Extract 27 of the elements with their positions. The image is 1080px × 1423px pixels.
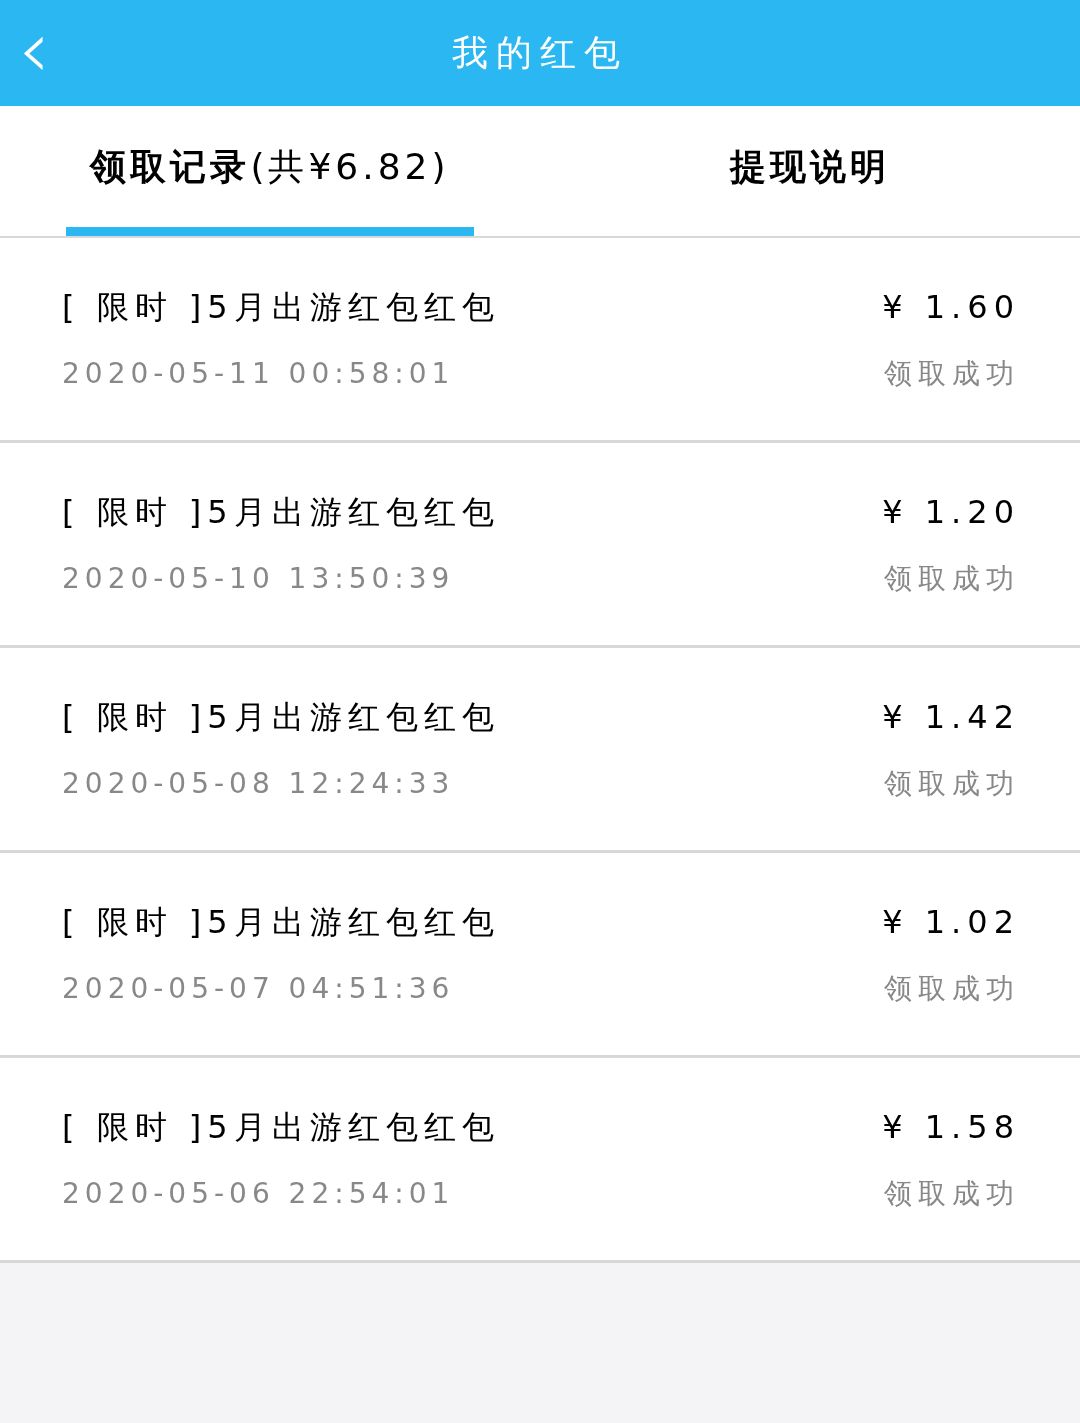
record-row[interactable]: [ 限时 ]5月出游红包红包 2020-05-07 04:51:36 ¥ 1.02 领取成功 [0, 853, 1080, 1058]
record-row[interactable]: [ 限时 ]5月出游红包红包 2020-05-08 12:24:33 ¥ 1.42 领取成功 [0, 648, 1080, 853]
record-amount: ¥ 1.02 [882, 902, 1020, 943]
record-title: [ 限时 ]5月出游红包红包 [62, 697, 500, 738]
record-amount: ¥ 1.60 [882, 287, 1020, 328]
record-amount: ¥ 1.20 [882, 492, 1020, 533]
record-row[interactable]: [ 限时 ]5月出游红包红包 2020-05-10 13:50:39 ¥ 1.20 领取成功 [0, 443, 1080, 648]
record-time: 2020-05-11 00:58:01 [62, 356, 456, 392]
record-status: 领取成功 [884, 1176, 1020, 1212]
record-title: [ 限时 ]5月出游红包红包 [62, 287, 500, 328]
record-time: 2020-05-06 22:54:01 [62, 1176, 456, 1212]
record-status: 领取成功 [884, 971, 1020, 1007]
record-time: 2020-05-10 13:50:39 [62, 561, 456, 597]
record-amount: ¥ 1.58 [882, 1107, 1020, 1148]
record-time: 2020-05-07 04:51:36 [62, 971, 456, 1007]
record-row[interactable]: [ 限时 ]5月出游红包红包 2020-05-06 22:54:01 ¥ 1.58 领取成功 [0, 1058, 1080, 1263]
record-title: [ 限时 ]5月出游红包红包 [62, 902, 500, 943]
record-amount: ¥ 1.42 [882, 697, 1020, 738]
page-title: 我的红包 [452, 31, 628, 75]
record-status: 领取成功 [884, 766, 1020, 802]
record-title: [ 限时 ]5月出游红包红包 [62, 1107, 500, 1148]
record-status: 领取成功 [884, 561, 1020, 597]
record-time: 2020-05-08 12:24:33 [62, 766, 456, 802]
record-status: 领取成功 [884, 356, 1020, 392]
record-title: [ 限时 ]5月出游红包红包 [62, 492, 500, 533]
tab[interactable]: 提现说明 [606, 106, 1014, 236]
record-row[interactable]: [ 限时 ]5月出游红包红包 2020-05-11 00:58:01 ¥ 1.60 领取成功 [0, 238, 1080, 443]
